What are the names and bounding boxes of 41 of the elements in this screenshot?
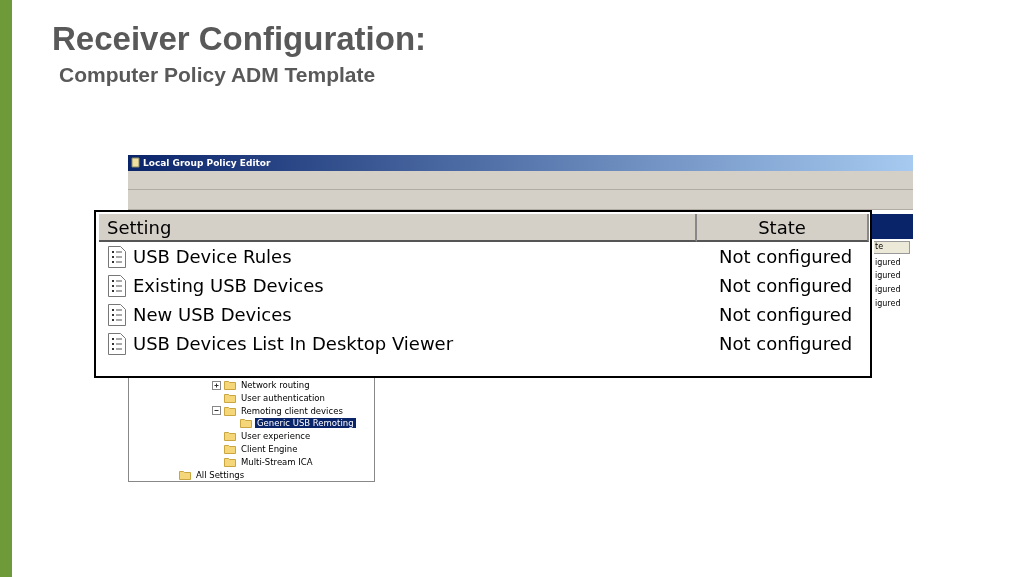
- tree-item[interactable]: User experience: [239, 431, 313, 442]
- column-header[interactable]: State: [697, 214, 869, 242]
- setting-name: Existing USB Devices: [133, 275, 324, 296]
- folder-icon: [240, 418, 252, 429]
- tree-item[interactable]: All Settings: [194, 469, 247, 480]
- setting-name: USB Devices List In Desktop Viewer: [133, 333, 454, 354]
- tree-item[interactable]: User authentication: [239, 392, 327, 403]
- folder-icon: [224, 444, 236, 454]
- policy-icon: [107, 273, 127, 298]
- policy-icon: [107, 331, 127, 356]
- collapse-icon[interactable]: [212, 406, 221, 416]
- state-cell-text: Not configured: [718, 274, 854, 298]
- setting-name: New USB Devices: [133, 304, 292, 325]
- table-cell: igured: [875, 298, 901, 308]
- tree-item[interactable]: Generic USB Remoting: [255, 418, 356, 429]
- column-header[interactable]: Setting: [99, 214, 697, 242]
- state-cell-text: Not configured: [718, 303, 854, 327]
- expand-icon[interactable]: [212, 380, 221, 390]
- table-cell: igured: [875, 257, 901, 267]
- scroll-icon: [131, 157, 140, 169]
- folder-icon: [224, 405, 236, 416]
- folder-icon: [224, 431, 236, 442]
- state-cell-text: Not configured: [718, 245, 854, 269]
- tree-item[interactable]: Remoting client devices: [239, 405, 345, 416]
- setting-name: USB Device Rules: [133, 246, 292, 267]
- folder-icon: [179, 469, 191, 480]
- folder-icon: [224, 456, 236, 467]
- policy-icon: [107, 244, 127, 269]
- window-title: Local Group Policy Editor: [143, 157, 271, 168]
- column-header[interactable]: te: [874, 240, 910, 254]
- slide-subtitle: Computer Policy ADM Template: [59, 64, 376, 85]
- table-cell: igured: [875, 285, 901, 294]
- state-cell-text: Not configured: [718, 332, 854, 356]
- table-cell: igured: [875, 271, 901, 281]
- folder-icon: [224, 380, 236, 390]
- tree-item[interactable]: Multi-Stream ICA: [239, 456, 315, 467]
- folder-icon: [224, 392, 236, 403]
- slide-title: Receiver Configuration:: [52, 22, 427, 55]
- tree-item[interactable]: Client Engine: [239, 444, 300, 454]
- policy-icon: [107, 302, 127, 327]
- tree-item[interactable]: Network routing: [239, 380, 312, 390]
